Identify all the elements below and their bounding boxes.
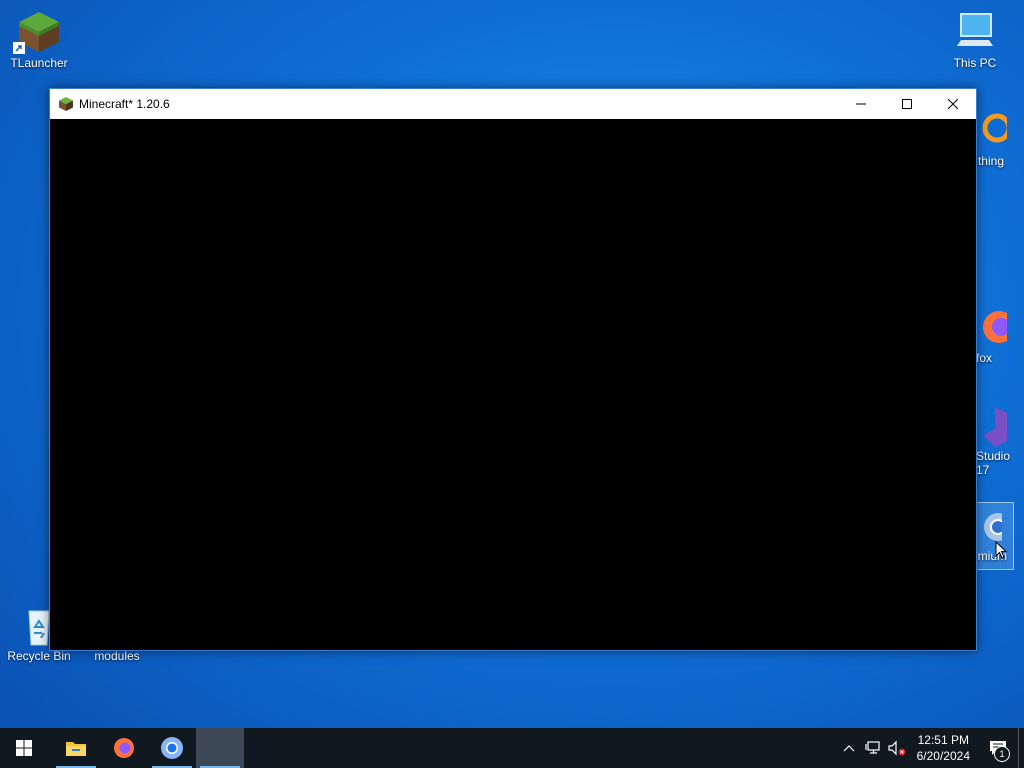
show-hidden-icons-button[interactable] xyxy=(837,728,861,768)
maximize-icon xyxy=(902,99,912,109)
system-tray: 12:51 PM 6/20/2024 1 xyxy=(837,728,1024,768)
desktop-icon-this-pc[interactable]: This PC xyxy=(936,10,1014,70)
taskbar-chromium[interactable] xyxy=(148,728,196,768)
grass-block-icon xyxy=(13,10,61,54)
clock-date: 6/20/2024 xyxy=(916,749,970,763)
shortcut-arrow-icon xyxy=(13,42,25,54)
folder-icon xyxy=(66,742,86,756)
notification-count-badge: 1 xyxy=(994,746,1010,762)
firefox-icon xyxy=(114,738,134,758)
desktop-icon-label: Recycle Bin xyxy=(7,649,71,663)
speaker-muted-icon xyxy=(888,740,906,756)
network-button[interactable] xyxy=(861,728,885,768)
computer-icon xyxy=(953,10,997,54)
network-icon xyxy=(865,741,880,754)
minimize-icon xyxy=(856,103,866,105)
minecraft-window[interactable]: Minecraft* 1.20.6 xyxy=(49,88,977,651)
window-titlebar[interactable]: Minecraft* 1.20.6 xyxy=(50,89,976,119)
clock-time: 12:51 PM xyxy=(917,733,969,747)
show-desktop-button[interactable] xyxy=(1018,728,1024,768)
taskbar-minecraft[interactable] xyxy=(196,728,244,768)
volume-button[interactable] xyxy=(885,728,909,768)
action-center-button[interactable]: 1 xyxy=(978,728,1018,768)
taskbar: 12:51 PM 6/20/2024 1 xyxy=(0,728,1024,768)
desktop-icon-label: This PC xyxy=(953,56,997,70)
minimize-button[interactable] xyxy=(838,89,884,119)
desktop-icon-label: modules xyxy=(94,649,140,663)
taskbar-clock[interactable]: 12:51 PM 6/20/2024 xyxy=(909,732,978,764)
start-button[interactable] xyxy=(0,728,48,768)
desktop-icon-label: TLauncher xyxy=(10,56,68,70)
window-title: Minecraft* 1.20.6 xyxy=(79,97,170,111)
close-icon xyxy=(948,99,958,109)
taskbar-firefox[interactable] xyxy=(100,728,148,768)
minecraft-block-icon xyxy=(59,97,73,111)
taskbar-file-explorer[interactable] xyxy=(52,728,100,768)
chromium-icon xyxy=(161,737,183,759)
close-button[interactable] xyxy=(930,89,976,119)
desktop-icon-tlauncher[interactable]: TLauncher xyxy=(0,10,78,70)
mouse-cursor-icon xyxy=(995,541,1007,559)
chevron-up-icon xyxy=(843,745,855,752)
windows-logo-icon xyxy=(16,740,32,756)
game-viewport[interactable] xyxy=(50,119,976,650)
maximize-button[interactable] xyxy=(884,89,930,119)
